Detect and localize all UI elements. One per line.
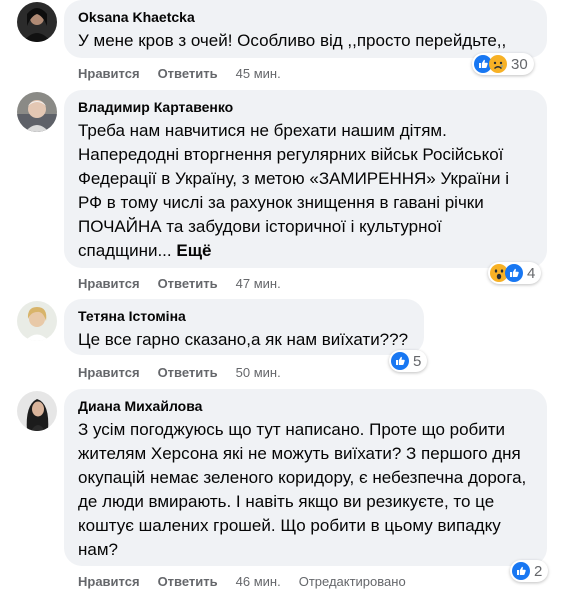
avatar[interactable] <box>17 2 57 42</box>
comment-bubble: Владимир Картавенко Треба нам навчитися … <box>64 90 547 268</box>
comment-bubble: Oksana Khaetcka У мене кров з очей! Особ… <box>64 0 547 58</box>
reaction-count: 4 <box>527 264 536 282</box>
comment-actions: Нравится Ответить 47 мин. <box>78 276 299 292</box>
comment-text: Треба нам навчитися не брехати нашим діт… <box>78 119 535 263</box>
reply-button[interactable]: Ответить <box>158 574 218 590</box>
edited-label: Отредактировано <box>298 574 406 589</box>
comment-text: Це все гарно сказано,а як нам виїхати??? <box>78 330 409 349</box>
comment-time[interactable]: 50 мин. <box>236 365 281 381</box>
comment-time[interactable]: 47 мин. <box>236 276 281 292</box>
reaction-count: 2 <box>534 562 543 580</box>
comment-actions: Нравится Ответить 50 мин. <box>78 365 299 381</box>
reaction-summary[interactable]: 2 <box>510 560 549 582</box>
comment-author[interactable]: Диана Михайлова <box>78 397 535 415</box>
reply-button[interactable]: Ответить <box>158 66 218 82</box>
reaction-count: 30 <box>511 55 528 73</box>
reaction-count: 5 <box>413 352 422 370</box>
comment-author[interactable]: Тетяна Істоміна <box>78 307 412 325</box>
comment-bubble: Диана Михайлова З усім погоджуюсь що тут… <box>64 389 547 566</box>
reply-button[interactable]: Ответить <box>158 276 218 292</box>
like-button[interactable]: Нравится <box>78 365 140 381</box>
comment-time[interactable]: 46 мин. <box>236 574 281 590</box>
comment-time[interactable]: 45 мин. <box>236 66 281 82</box>
comment-bubble: Тетяна Істоміна Це все гарно сказано,а я… <box>64 299 424 355</box>
like-icon <box>512 562 530 580</box>
like-icon <box>505 264 523 282</box>
reaction-summary[interactable]: 30 <box>472 53 534 75</box>
like-button[interactable]: Нравится <box>78 66 140 82</box>
like-button[interactable]: Нравится <box>78 276 140 292</box>
comment-text-body: Треба нам навчитися не брехати нашим діт… <box>78 121 509 260</box>
reaction-summary[interactable]: 5 <box>389 350 428 372</box>
like-icon <box>391 352 409 370</box>
comment-author[interactable]: Владимир Картавенко <box>78 98 535 116</box>
comment-actions: Нравится Ответить 46 мин. Отредактирован… <box>78 574 406 590</box>
avatar[interactable] <box>17 92 57 132</box>
reaction-summary[interactable]: 4 <box>488 262 542 284</box>
avatar[interactable] <box>17 301 57 341</box>
avatar[interactable] <box>17 391 57 431</box>
reply-button[interactable]: Ответить <box>158 365 218 381</box>
comment-author[interactable]: Oksana Khaetcka <box>78 8 535 26</box>
see-more-link[interactable]: Ещё <box>176 241 211 260</box>
comment-text: У мене кров з очей! Особливо від ,,прост… <box>78 31 507 50</box>
comment-text: З усім погоджуюсь що тут написано. Проте… <box>78 420 527 559</box>
like-button[interactable]: Нравится <box>78 574 140 590</box>
sad-icon <box>489 55 507 73</box>
comment-actions: Нравится Ответить 45 мин. <box>78 66 299 82</box>
